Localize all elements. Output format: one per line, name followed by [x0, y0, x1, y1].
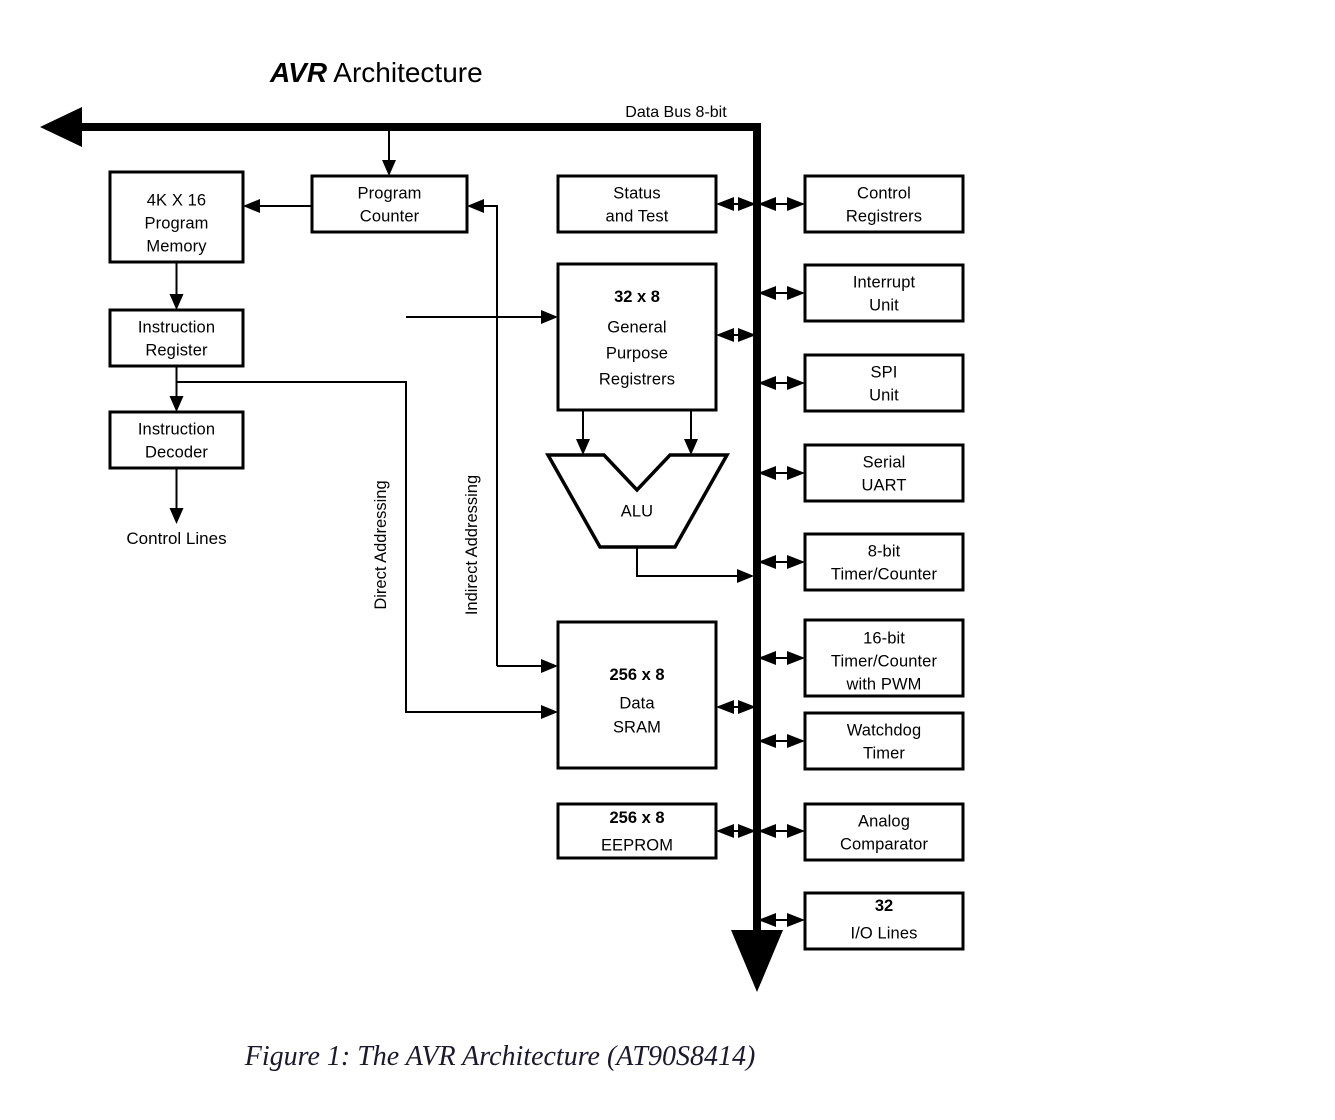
block-control-registers[interactable]: Control Registrers — [803, 174, 965, 234]
block-general-purpose-registers[interactable]: 32 x 8 General Purpose Registrers — [556, 262, 718, 412]
timer-16bit-line-1: Timer/Counter — [831, 652, 938, 670]
data-bus-label: Data Bus 8-bit — [625, 104, 727, 121]
direct-addressing-label: Direct Addressing — [372, 480, 390, 609]
block-serial-uart[interactable]: Serial UART — [803, 443, 965, 503]
block-io-lines[interactable]: 32 I/O Lines — [803, 891, 965, 951]
control-registers-line-0: Control — [857, 184, 911, 202]
avr-architecture-figure: AVR Architecture Data Bus 8-bit 4K X 16 … — [0, 0, 1335, 1120]
figure-title-emphasis: AVR — [269, 57, 328, 88]
program-counter-line-0: Program — [358, 184, 422, 202]
timer-8bit-line-1: Timer/Counter — [831, 565, 938, 583]
block-eeprom[interactable]: 256 x 8 EEPROM — [556, 802, 718, 860]
data-sram-line-0: 256 x 8 — [609, 666, 664, 684]
watchdog-timer-line-1: Timer — [863, 744, 905, 762]
serial-uart-line-0: Serial — [863, 453, 906, 471]
gp-registers-line-2: Purpose — [606, 344, 668, 362]
block-analog-comparator[interactable]: Analog Comparator — [803, 802, 965, 862]
spi-unit-line-1: Unit — [869, 386, 899, 404]
program-memory-line-2: Memory — [146, 237, 207, 255]
interrupt-unit-line-0: Interrupt — [853, 273, 916, 291]
block-status-and-test[interactable]: Status and Test — [556, 174, 718, 234]
block-spi-unit[interactable]: SPI Unit — [803, 353, 965, 413]
block-data-sram[interactable]: 256 x 8 Data SRAM — [556, 620, 718, 770]
block-timer-8bit[interactable]: 8-bit Timer/Counter — [803, 532, 965, 592]
instruction-register-line-0: Instruction — [138, 318, 215, 336]
program-memory-line-1: Program — [145, 214, 209, 232]
instruction-decoder-line-0: Instruction — [138, 420, 215, 438]
analog-comparator-line-1: Comparator — [840, 835, 929, 853]
block-program-memory[interactable]: 4K X 16 Program Memory — [108, 170, 245, 264]
block-timer-16bit[interactable]: 16-bit Timer/Counter with PWM — [803, 618, 965, 698]
figure-title: AVR Architecture — [269, 57, 483, 88]
control-registers-line-1: Registrers — [846, 207, 922, 225]
timer-16bit-line-0: 16-bit — [863, 629, 905, 647]
serial-uart-line-1: UART — [861, 476, 906, 494]
timer-16bit-line-2: with PWM — [845, 675, 921, 693]
gp-registers-line-1: General — [607, 318, 666, 336]
block-program-counter[interactable]: Program Counter — [310, 174, 469, 234]
page-background — [0, 0, 1335, 1120]
data-sram-line-2: SRAM — [613, 718, 661, 736]
block-instruction-register[interactable]: Instruction Register — [108, 308, 245, 368]
block-instruction-decoder[interactable]: Instruction Decoder — [108, 410, 245, 470]
data-sram-line-1: Data — [619, 694, 655, 712]
watchdog-timer-line-0: Watchdog — [847, 721, 921, 739]
io-lines-line-1: I/O Lines — [851, 924, 918, 942]
indirect-addressing-label: Indirect Addressing — [463, 475, 481, 615]
spi-unit-line-0: SPI — [871, 363, 898, 381]
gp-registers-line-3: Registrers — [599, 370, 675, 388]
instruction-register-line-1: Register — [145, 341, 208, 359]
eeprom-line-0: 256 x 8 — [609, 809, 664, 827]
timer-8bit-line-0: 8-bit — [868, 542, 901, 560]
figure-caption: Figure 1: The AVR Architecture (AT90S841… — [244, 1041, 756, 1072]
block-interrupt-unit[interactable]: Interrupt Unit — [803, 263, 965, 323]
gp-registers-line-0: 32 x 8 — [614, 288, 660, 306]
status-and-test-line-0: Status — [613, 184, 660, 202]
program-memory-line-0: 4K X 16 — [147, 191, 206, 209]
io-lines-line-0: 32 — [875, 897, 893, 915]
figure-title-rest: Architecture — [327, 57, 483, 88]
analog-comparator-line-0: Analog — [858, 812, 910, 830]
control-lines-label: Control Lines — [126, 529, 226, 548]
eeprom-line-1: EEPROM — [601, 836, 673, 854]
alu-label: ALU — [621, 502, 653, 520]
program-counter-line-1: Counter — [360, 207, 420, 225]
block-watchdog-timer[interactable]: Watchdog Timer — [803, 711, 965, 771]
status-and-test-line-1: and Test — [606, 207, 669, 225]
interrupt-unit-line-1: Unit — [869, 296, 899, 314]
instruction-decoder-line-1: Decoder — [145, 443, 208, 461]
